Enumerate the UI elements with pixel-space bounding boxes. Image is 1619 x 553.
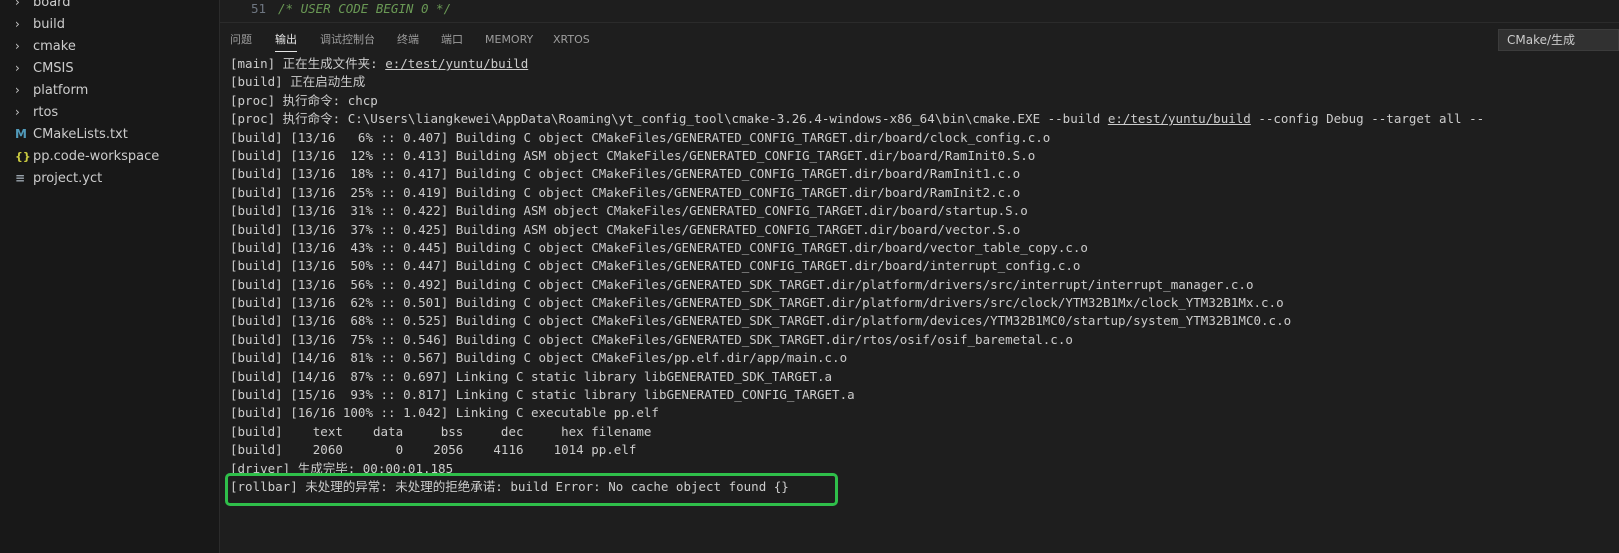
output-line-text: [build] [13/16 62% :: 0.501] Building C … <box>230 295 1284 311</box>
output-line: [build] [13/16 37% :: 0.425] Building AS… <box>230 221 1619 239</box>
explorer-sidebar: › board › build › cmake › CMSIS › platform › rtos M C… <box>0 0 220 553</box>
output-line: [proc] 执行命令: chcp <box>230 92 1619 110</box>
tree-item-label: board <box>33 0 71 10</box>
output-line: [build] [16/16 100% :: 1.042] Linking C … <box>230 404 1619 422</box>
tree-item-platform[interactable]: › platform <box>0 79 219 101</box>
output-line-text: [build] text data bss dec hex filename <box>230 423 652 439</box>
output-line: [build] [15/16 93% :: 0.817] Linking C s… <box>230 386 1619 404</box>
tab-ports[interactable]: 端口 <box>441 33 463 47</box>
tree-item-label: project.yct <box>33 170 103 186</box>
output-line-text: [driver] 生成完毕: 00:00:01.185 <box>230 460 454 476</box>
output-line: [build] [14/16 87% :: 0.697] Linking C s… <box>230 368 1619 386</box>
output-line-text: [build] [13/16 18% :: 0.417] Building C … <box>230 166 1021 182</box>
tab-memory[interactable]: MEMORY <box>485 33 533 47</box>
output-line-text: [build] [13/16 6% :: 0.407] Building C o… <box>230 129 1051 145</box>
output-line: [build] [13/16 62% :: 0.501] Building C … <box>230 294 1619 312</box>
output-line-text: [build] [13/16 50% :: 0.447] Building C … <box>230 258 1081 274</box>
output-line-text: --config Debug --target all -- <box>1250 111 1485 127</box>
chevron-right-icon: › <box>15 61 20 75</box>
output-line: [build] [13/16 31% :: 0.422] Building AS… <box>230 202 1619 220</box>
output-line: [build] [13/16 56% :: 0.492] Building C … <box>230 276 1619 294</box>
tree-item-label: build <box>33 16 65 32</box>
output-line: [driver] 生成完毕: 00:00:01.185 <box>230 460 1619 478</box>
output-line: [build] [13/16 75% :: 0.546] Building C … <box>230 331 1619 349</box>
output-channel-select[interactable]: CMake/生成 <box>1498 29 1619 51</box>
output-line: [build] text data bss dec hex filename <box>230 423 1619 441</box>
output-line-text: [rollbar] 未处理的异常: 未处理的拒绝承诺: build Error:… <box>230 478 789 494</box>
output-line: [build] [14/16 81% :: 0.567] Building C … <box>230 349 1619 367</box>
tab-problems[interactable]: 问题 <box>230 33 252 47</box>
output-line-text: [build] [14/16 87% :: 0.697] Linking C s… <box>230 368 833 384</box>
output-line-text: [build] [13/16 31% :: 0.422] Building AS… <box>230 203 1028 219</box>
chevron-right-icon: › <box>15 83 20 97</box>
output-line: [main] 正在生成文件夹: e:/test/yuntu/build <box>230 55 1619 73</box>
chevron-right-icon: › <box>15 0 20 9</box>
tree-item-label: rtos <box>33 104 59 120</box>
bottom-panel: 问题 输出 调试控制台 终端 端口 MEMORY XRTOS CMake/生成 … <box>220 23 1619 553</box>
tab-debug-console[interactable]: 调试控制台 <box>320 33 375 47</box>
output-line: [build] [13/16 68% :: 0.525] Building C … <box>230 312 1619 330</box>
output-line: [rollbar] 未处理的异常: 未处理的拒绝承诺: build Error:… <box>230 478 1619 496</box>
tree-item-rtos[interactable]: › rtos <box>0 101 219 123</box>
output-line-text: [build] [13/16 68% :: 0.525] Building C … <box>230 313 1292 329</box>
output-line-text: [build] [14/16 81% :: 0.567] Building C … <box>230 350 848 366</box>
output-line: [build] 2060 0 2056 4116 1014 pp.elf <box>230 441 1619 459</box>
panel-tab-bar: 问题 输出 调试控制台 终端 端口 MEMORY XRTOS CMake/生成 <box>220 23 1619 57</box>
output-line-text: [build] [13/16 25% :: 0.419] Building C … <box>230 184 1021 200</box>
output-line: [build] [13/16 25% :: 0.419] Building C … <box>230 184 1619 202</box>
chevron-right-icon: › <box>15 39 20 53</box>
explorer-file-tree: › board › build › cmake › CMSIS › platform › rtos M C… <box>0 0 219 189</box>
path-link[interactable]: e:/test/yuntu/build <box>1108 111 1251 126</box>
output-line-text: [build] [15/16 93% :: 0.817] Linking C s… <box>230 387 855 403</box>
path-link[interactable]: e:/test/yuntu/build <box>385 56 528 71</box>
output-line: [build] [13/16 6% :: 0.407] Building C o… <box>230 129 1619 147</box>
tree-item-cmsis[interactable]: › CMSIS <box>0 57 219 79</box>
tree-item-cmakelists-txt[interactable]: M CMakeLists.txt <box>0 123 219 145</box>
code-line[interactable]: /* USER CODE BEGIN 0 */ <box>278 0 451 18</box>
output-line-text: [build] [16/16 100% :: 1.042] Linking C … <box>230 405 659 421</box>
output-line-text: [proc] 执行命令: chcp <box>230 92 378 108</box>
tree-item-label: platform <box>33 82 89 98</box>
output-line-text: [build] 正在启动生成 <box>230 74 366 90</box>
output-line-text: [build] [13/16 37% :: 0.425] Building AS… <box>230 221 1021 237</box>
output-line-text: [build] [13/16 12% :: 0.413] Building AS… <box>230 147 1036 163</box>
cmake-m-icon: M <box>15 127 27 141</box>
output-line: [build] [13/16 50% :: 0.447] Building C … <box>230 257 1619 275</box>
output-log[interactable]: [main] 正在生成文件夹: e:/test/yuntu/build [buil… <box>230 55 1619 496</box>
tree-item-label: CMSIS <box>33 60 74 76</box>
line-number: 51 <box>250 1 266 16</box>
tree-item-project-yct[interactable]: ≡ project.yct <box>0 167 219 189</box>
output-line-text: [build] [13/16 56% :: 0.492] Building C … <box>230 276 1254 292</box>
output-line: [build] [13/16 12% :: 0.413] Building AS… <box>230 147 1619 165</box>
tree-item-board[interactable]: › board <box>0 0 219 13</box>
output-line: [build] [13/16 43% :: 0.445] Building C … <box>230 239 1619 257</box>
output-line: [build] [13/16 18% :: 0.417] Building C … <box>230 165 1619 183</box>
json-braces-icon: {} <box>15 149 31 163</box>
editor-code-area[interactable]: 51 /* USER CODE BEGIN 0 */ <box>220 0 1619 23</box>
chevron-right-icon: › <box>15 17 20 31</box>
lines-file-icon: ≡ <box>15 171 26 185</box>
tree-item-cmake[interactable]: › cmake <box>0 35 219 57</box>
tab-output[interactable]: 输出 <box>275 33 297 52</box>
tree-item-label: pp.code-workspace <box>33 148 160 164</box>
tab-terminal[interactable]: 终端 <box>397 33 419 47</box>
output-line-text: [build] [13/16 75% :: 0.546] Building C … <box>230 331 1073 347</box>
tree-item-pp-code-workspace[interactable]: {} pp.code-workspace <box>0 145 219 167</box>
chevron-right-icon: › <box>15 105 20 119</box>
tree-item-label: cmake <box>33 38 76 54</box>
output-line-text: [proc] 执行命令: C:\Users\liangkewei\AppData… <box>230 111 1108 127</box>
tab-xrtos[interactable]: XRTOS <box>553 33 590 47</box>
output-line: [proc] 执行命令: C:\Users\liangkewei\AppData… <box>230 110 1619 128</box>
tree-item-label: CMakeLists.txt <box>33 126 128 142</box>
output-line-text: [build] 2060 0 2056 4116 1014 pp.elf <box>230 442 637 458</box>
output-line: [build] 正在启动生成 <box>230 73 1619 91</box>
tree-item-build[interactable]: › build <box>0 13 219 35</box>
output-line-text: [main] 正在生成文件夹: <box>230 56 386 71</box>
output-line-text: [build] [13/16 43% :: 0.445] Building C … <box>230 239 1088 255</box>
